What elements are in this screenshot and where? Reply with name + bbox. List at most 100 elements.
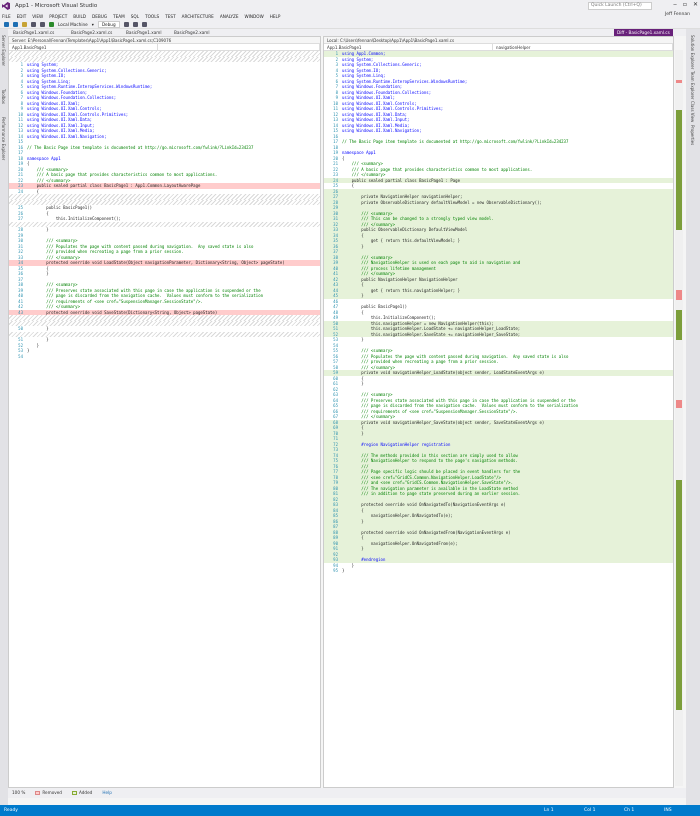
- menu-project[interactable]: PROJECT: [49, 14, 67, 19]
- code-text: using Windows.UI.Xaml.Controls;: [342, 100, 417, 106]
- code-line[interactable]: 54: [9, 354, 320, 360]
- legend-added: Added: [71, 788, 92, 798]
- menu-build[interactable]: BUILD: [73, 14, 86, 19]
- tab-basicpage1-xaml[interactable]: BasicPage1.xaml: [123, 29, 165, 36]
- code-line[interactable]: 95}: [324, 568, 673, 574]
- open-icon[interactable]: [22, 21, 27, 27]
- config-select[interactable]: Debug: [97, 20, 120, 28]
- code-text: }: [27, 342, 40, 348]
- tab-basicpage2-xaml[interactable]: BasicPage2.xaml: [171, 29, 213, 36]
- team-explorer-tab[interactable]: Team Explorer: [690, 71, 695, 100]
- right-member-dropdown[interactable]: navigationHelper: [493, 44, 673, 50]
- diff-overview-map[interactable]: [675, 50, 683, 786]
- code-text: /// <see cref="GridCS.Common.NavigationH…: [342, 474, 501, 480]
- code-text: {: [342, 155, 345, 161]
- code-text: }: [342, 546, 364, 551]
- code-text: /// <summary>: [342, 210, 393, 216]
- code-text: using Windows.UI.Xaml.Data;: [27, 117, 93, 122]
- menu-team[interactable]: TEAM: [113, 14, 125, 19]
- right-code-editor[interactable]: 1 using App1.Common; 2 using System; 3 using …: [324, 51, 673, 574]
- menu-debug[interactable]: DEBUG: [92, 14, 107, 19]
- menu-view[interactable]: VIEW: [32, 14, 43, 19]
- menu-analyze[interactable]: ANALYZE: [220, 14, 239, 19]
- code-text: private NavigationHelper navigationHelpe…: [342, 194, 463, 199]
- status-bar: Ready Ln 1 Col 1 Ch 1 INS: [0, 805, 700, 816]
- code-text: navigationHelper.OnNavigatedTo(e);: [342, 513, 453, 518]
- code-text: }: [27, 227, 49, 232]
- code-text: /// </summary>: [342, 221, 395, 227]
- menu-edit[interactable]: EDIT: [17, 14, 27, 19]
- legend-removed-label: Removed: [42, 790, 62, 795]
- bookmark-icon[interactable]: [123, 21, 129, 27]
- code-text: /// <summary>: [27, 166, 68, 172]
- code-text: }: [27, 348, 30, 353]
- code-text: /// NavigationHelper to respond to the p…: [342, 458, 518, 463]
- menu-window[interactable]: WINDOW: [245, 14, 264, 19]
- class-view-tab[interactable]: Class View: [690, 101, 695, 122]
- menu-help[interactable]: HELP: [270, 14, 281, 19]
- server-explorer-tab[interactable]: Server Explorer: [1, 35, 6, 66]
- properties-tab[interactable]: Properties: [690, 125, 695, 145]
- code-text: /// Preserves state associated with this…: [27, 287, 261, 293]
- title-bar: App1 - Microsoft Visual Studio Quick Lau…: [0, 0, 700, 12]
- left-code-editor[interactable]: 1 using System; 2 using System.Collections.…: [9, 51, 320, 359]
- tab-diff[interactable]: Diff - BasicPage1.xaml.cs: [614, 29, 673, 36]
- code-text: {: [342, 183, 355, 188]
- close-icon[interactable]: ✕: [693, 1, 698, 8]
- performance-explorer-tab[interactable]: Performance Explorer: [1, 117, 6, 160]
- left-member-dropdown[interactable]: [158, 44, 320, 50]
- run-target[interactable]: Local Machine: [58, 22, 88, 27]
- undo-icon[interactable]: [40, 21, 45, 27]
- menu-bar: FILE EDIT VIEW PROJECT BUILD DEBUG TEAM …: [0, 12, 700, 20]
- menu-test[interactable]: TEST: [165, 14, 175, 19]
- added-swatch-icon: [71, 791, 77, 795]
- code-text: /// </summary>: [342, 271, 395, 276]
- code-text: /// requirements of <see cref="Suspensio…: [342, 408, 518, 414]
- forward-icon[interactable]: [13, 21, 18, 27]
- code-text: // The Basic Page item template is docum…: [342, 139, 569, 144]
- code-text: {: [342, 375, 364, 381]
- user-name[interactable]: Jeff Fennan: [665, 12, 690, 17]
- code-text: /// <summary>: [342, 348, 393, 353]
- quick-launch-input[interactable]: Quick Launch (Ctrl+Q): [588, 2, 652, 10]
- start-debug-icon[interactable]: [49, 21, 54, 27]
- code-text: // The Basic Page item template is docum…: [27, 144, 254, 150]
- menu-architecture[interactable]: ARCHITECTURE: [182, 14, 214, 19]
- code-text: {: [342, 507, 364, 513]
- save-icon[interactable]: [31, 21, 36, 27]
- solution-explorer-tab[interactable]: Solution Explorer: [690, 35, 695, 69]
- code-text: /// process lifetime management: [342, 265, 436, 271]
- minimize-icon[interactable]: ‒: [673, 1, 677, 8]
- right-type-dropdown[interactable]: App1.BasicPage1: [324, 44, 494, 50]
- tab-basicpage2-xaml-cs[interactable]: BasicPage2.xaml.cs: [68, 29, 115, 36]
- line-number: 95: [333, 568, 338, 573]
- code-text: }: [342, 243, 364, 249]
- menu-tools[interactable]: TOOLS: [145, 14, 159, 19]
- chevron-down-icon[interactable]: ▾: [92, 22, 94, 27]
- code-text: using Windows.UI.Xaml;: [342, 95, 395, 100]
- maximize-icon[interactable]: ▫: [683, 1, 687, 8]
- code-text: /// This can be changed to a strongly ty…: [342, 216, 494, 221]
- code-text: using App1.Common;: [342, 51, 386, 56]
- find-icon[interactable]: [141, 21, 147, 27]
- back-icon[interactable]: [4, 21, 9, 27]
- comment-icon[interactable]: [132, 21, 138, 27]
- code-text: }: [342, 337, 364, 342]
- left-type-dropdown[interactable]: App1.BasicPage1: [9, 44, 159, 50]
- code-text: {: [342, 425, 364, 430]
- help-link[interactable]: Help: [102, 788, 112, 798]
- tab-basicpage1-xaml-cs[interactable]: BasicPage1.xaml.cs: [10, 29, 57, 36]
- menu-sql[interactable]: SQL: [131, 14, 139, 19]
- zoom-level[interactable]: 100 %: [12, 788, 25, 798]
- toolbox-tab[interactable]: Toolbox: [1, 89, 6, 104]
- code-text: /// </summary>: [342, 414, 395, 419]
- code-text: {: [27, 161, 30, 166]
- code-text: using Windows.Foundation;: [27, 89, 88, 95]
- code-text: /// </summary>: [342, 364, 395, 370]
- menu-file[interactable]: FILE: [2, 14, 11, 19]
- code-text: /// Preserves state associated with this…: [342, 397, 576, 403]
- code-text: /// </summary>: [27, 304, 80, 309]
- code-text: using Windows.UI.Xaml.Media;: [342, 122, 410, 128]
- left-diff-pane: Server: E:\Personal\Fennan\Templates\App…: [8, 36, 321, 788]
- status-char: Ch 1: [624, 808, 635, 813]
